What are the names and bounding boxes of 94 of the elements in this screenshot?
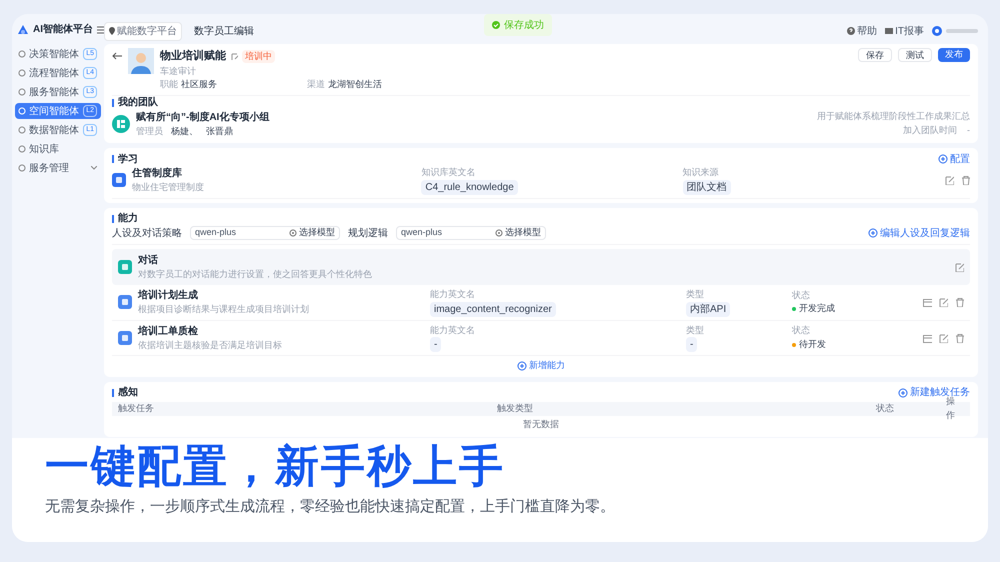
delete-icon xyxy=(954,332,964,343)
delete-icon xyxy=(960,175,970,186)
field-label: 能力英文名 xyxy=(430,288,476,301)
action-link[interactable]: 配置 xyxy=(938,152,970,166)
edit-icon xyxy=(954,262,964,272)
action-link[interactable]: 编辑人设及回复逻辑 xyxy=(868,226,970,240)
item-title: 对话 xyxy=(138,254,159,268)
value-tag: C4_rule_knowledge xyxy=(421,180,518,194)
back-arrow-icon xyxy=(112,52,122,60)
field-label: 类型 xyxy=(686,324,705,336)
field-label: 管理员 xyxy=(136,124,163,138)
team-description: 用于赋能体系梳理阶段性工作成果汇总 xyxy=(817,110,970,124)
user-menu[interactable] xyxy=(932,26,978,36)
item-description: 依据培训主题核验是否满足培训目标 xyxy=(138,338,283,352)
column-header: 触发类型 xyxy=(497,402,534,415)
breadcrumb-tab[interactable]: 赋能数字平台 xyxy=(104,22,182,40)
field-label: 职能 xyxy=(160,78,178,91)
column-header: 状态 xyxy=(876,402,896,415)
value-tag: 团队文档 xyxy=(682,180,731,194)
section-heading: 感知 xyxy=(118,386,138,400)
value-tag: image_content_recognizer xyxy=(430,302,556,316)
pin-icon xyxy=(109,27,115,35)
check-circle-icon xyxy=(492,21,500,29)
logo-icon xyxy=(17,24,29,36)
success-toast: 保存成功 xyxy=(484,14,552,36)
field-label: 知识库英文名 xyxy=(421,166,476,179)
team-name: 赋有所“向”-制度AI化专项小组 xyxy=(136,110,270,124)
caption-title: 一键配置，新手秒上手 xyxy=(45,442,506,492)
profile-subtitle: 车途审计 xyxy=(160,64,197,78)
section-heading: 我的团队 xyxy=(118,96,158,110)
member-name: 杨婕、 xyxy=(171,124,198,138)
publish-button[interactable]: 发布 xyxy=(938,48,970,62)
value-tag: 内部API xyxy=(686,302,730,316)
field-value: 龙湖智创生活 xyxy=(328,78,382,91)
plus-circle-icon xyxy=(868,228,878,238)
profile-title: 物业培训赋能 xyxy=(160,48,226,64)
field-label: 加入团队时间 xyxy=(903,124,957,137)
edit-icon xyxy=(230,52,238,60)
item-icon xyxy=(118,295,132,310)
field-label: 状态 xyxy=(792,324,811,338)
plus-circle-icon xyxy=(898,388,908,398)
item-title: 培训工单质检 xyxy=(138,324,199,338)
field-label: 人设及对话策略 xyxy=(112,226,182,240)
status-text: 开发完成 xyxy=(799,302,835,316)
field-value: - xyxy=(967,124,970,137)
item-title: 培训计划生成 xyxy=(138,288,199,303)
header-link[interactable]: 帮助 xyxy=(847,24,878,38)
status-text: 待开发 xyxy=(799,338,826,351)
delete-icon xyxy=(954,297,964,308)
caption-subtitle: 无需复杂操作，一步顺序式生成流程，零经验也能快速搞定配置，上手门槛直降为零。 xyxy=(45,496,616,516)
item-description: 物业住宅管理制度 xyxy=(132,181,205,194)
secondary-button[interactable]: 保存 xyxy=(858,48,892,62)
empty-message: 暂无数据 xyxy=(522,418,560,430)
team-icon xyxy=(112,114,130,133)
chevron-down-icon xyxy=(91,166,97,170)
sidebar-item[interactable]: 服务管理 xyxy=(15,160,101,176)
plus-circle-icon xyxy=(517,360,527,371)
value-tag: - xyxy=(686,337,698,352)
field-value: 社区服务 xyxy=(181,78,217,91)
section-heading: 学习 xyxy=(118,152,138,166)
value-tag: - xyxy=(430,337,442,352)
field-label: 状态 xyxy=(792,288,811,302)
avatar-icon xyxy=(932,26,942,36)
avatar-silhouette-icon xyxy=(128,48,154,74)
item-icon xyxy=(112,173,126,188)
edit-icon xyxy=(944,175,954,186)
status-tag: 培训中 xyxy=(242,50,275,63)
secondary-button[interactable]: 测试 xyxy=(898,48,932,62)
field-label: 知识来源 xyxy=(682,166,720,179)
add-capability-link[interactable]: 新增能力 xyxy=(517,356,565,372)
field-label: 类型 xyxy=(686,288,705,301)
header-link[interactable]: IT报事 xyxy=(885,24,924,38)
column-header: 操作 xyxy=(946,396,956,422)
item-icon xyxy=(118,260,132,274)
sidebar-item[interactable]: 知识库 xyxy=(15,141,101,157)
field-label: 渠道 xyxy=(307,78,325,91)
app-logo-text: AI智能体平台 xyxy=(33,22,93,37)
breadcrumb-tab[interactable]: 数字员工编辑 xyxy=(190,22,258,40)
section-heading: 能力 xyxy=(118,212,138,226)
model-select[interactable]: qwen-plus 选择模型 xyxy=(190,226,340,240)
item-title: 住管制度库 xyxy=(132,166,183,181)
member-name: 张晋鼎 xyxy=(206,124,233,138)
model-select[interactable]: qwen-plus 选择模型 xyxy=(396,226,546,240)
edit-icon xyxy=(938,332,948,343)
item-description: 对数字员工的对话能力进行设置，使之回答更具个性化特色 xyxy=(138,268,373,280)
edit-icon xyxy=(938,297,948,308)
item-icon xyxy=(118,330,132,345)
menu-icon xyxy=(97,26,105,34)
column-header: 触发任务 xyxy=(118,402,155,415)
plus-circle-icon xyxy=(938,154,948,164)
field-label: 规划逻辑 xyxy=(348,226,388,240)
help-icon xyxy=(847,27,856,35)
item-description: 根据项目诊断结果与课程生成项目培训计划 xyxy=(138,303,310,316)
field-label: 能力英文名 xyxy=(430,324,476,336)
